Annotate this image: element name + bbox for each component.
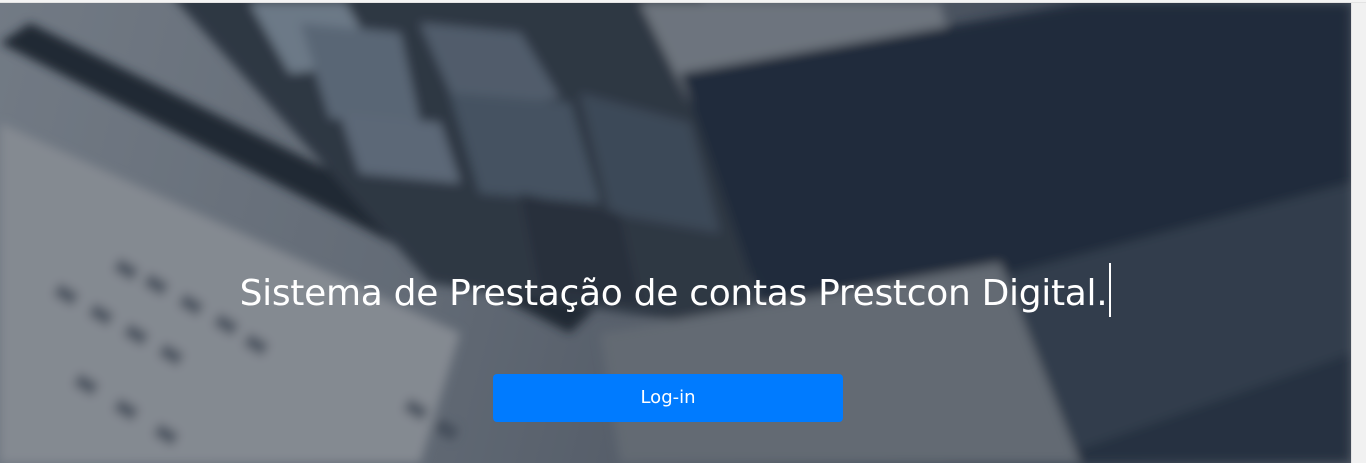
hero-title: Sistema de Prestação de contas Prestcon … xyxy=(0,263,1351,319)
top-border xyxy=(0,0,1366,3)
login-button[interactable]: Log-in xyxy=(493,374,843,422)
hero-title-text: Sistema de Prestação de contas Prestcon … xyxy=(239,273,1108,315)
vertical-scrollbar[interactable] xyxy=(1351,3,1366,463)
typing-cursor xyxy=(1109,263,1112,318)
page: Sistema de Prestação de contas Prestcon … xyxy=(0,0,1366,463)
hero-section: Sistema de Prestação de contas Prestcon … xyxy=(0,3,1351,463)
